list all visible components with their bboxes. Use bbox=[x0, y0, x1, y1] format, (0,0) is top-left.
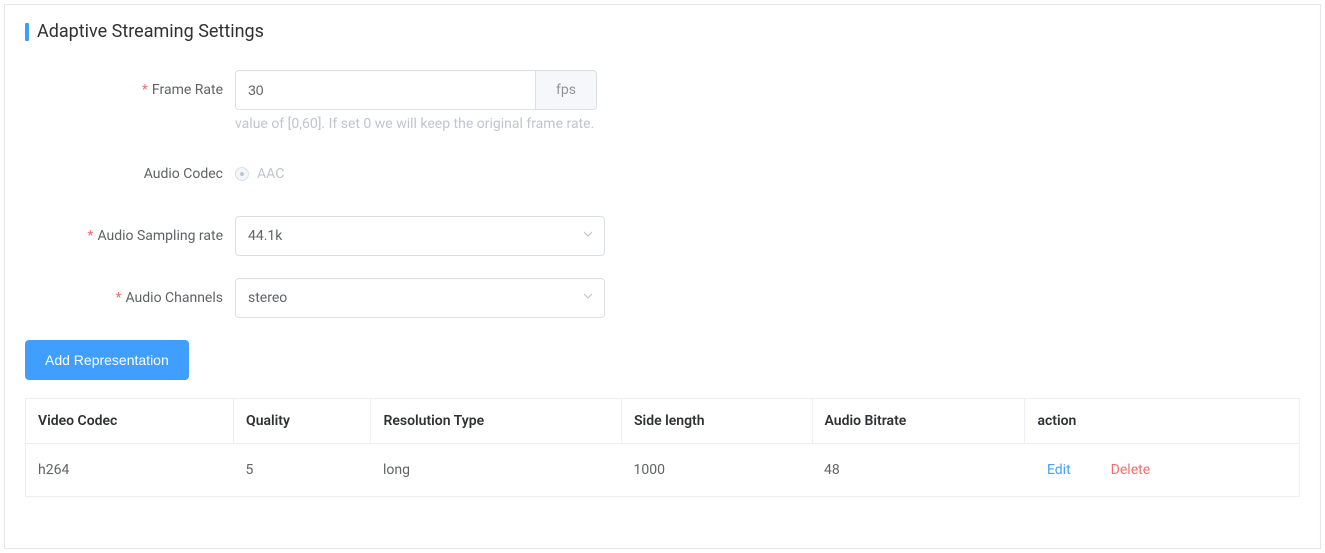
delete-link[interactable]: Delete bbox=[1111, 462, 1150, 478]
audio-channels-row: *Audio Channels stereo bbox=[25, 278, 1300, 318]
required-icon: * bbox=[87, 228, 93, 244]
frame-rate-label: *Frame Rate bbox=[25, 70, 235, 110]
table-row: h264 5 long 1000 48 Edit Delete bbox=[26, 444, 1300, 497]
audio-channels-value: stereo bbox=[248, 290, 287, 306]
audio-sampling-rate-value: 44.1k bbox=[248, 228, 282, 244]
cell-action: Edit Delete bbox=[1025, 444, 1300, 497]
audio-sampling-rate-select[interactable]: 44.1k bbox=[235, 216, 605, 256]
audio-channels-control: stereo bbox=[235, 278, 605, 318]
required-icon: * bbox=[142, 82, 148, 98]
frame-rate-unit: fps bbox=[535, 70, 597, 110]
col-audio-bitrate: Audio Bitrate bbox=[812, 399, 1025, 444]
col-action: action bbox=[1025, 399, 1300, 444]
cell-video-codec: h264 bbox=[26, 444, 234, 497]
cell-quality: 5 bbox=[234, 444, 371, 497]
section-title-bar-icon bbox=[25, 23, 29, 41]
cell-audio-bitrate: 48 bbox=[812, 444, 1025, 497]
audio-codec-radio-aac[interactable]: AAC bbox=[235, 154, 284, 194]
audio-sampling-rate-control: 44.1k bbox=[235, 216, 605, 256]
frame-rate-control: fps value of [0,60]. If set 0 we will ke… bbox=[235, 70, 597, 132]
audio-codec-row: Audio Codec AAC bbox=[25, 154, 1300, 194]
audio-channels-select[interactable]: stereo bbox=[235, 278, 605, 318]
audio-sampling-rate-label: *Audio Sampling rate bbox=[25, 216, 235, 256]
edit-link[interactable]: Edit bbox=[1047, 462, 1071, 478]
audio-codec-control: AAC bbox=[235, 154, 284, 194]
cell-resolution-type: long bbox=[371, 444, 622, 497]
col-side-length: Side length bbox=[622, 399, 813, 444]
audio-channels-label: *Audio Channels bbox=[25, 278, 235, 318]
chevron-down-icon bbox=[582, 228, 594, 244]
audio-sampling-rate-row: *Audio Sampling rate 44.1k bbox=[25, 216, 1300, 256]
cell-side-length: 1000 bbox=[622, 444, 813, 497]
col-video-codec: Video Codec bbox=[26, 399, 234, 444]
section-title: Adaptive Streaming Settings bbox=[25, 21, 1300, 42]
frame-rate-input[interactable] bbox=[235, 70, 535, 110]
audio-codec-option-label: AAC bbox=[257, 166, 284, 182]
audio-codec-label: Audio Codec bbox=[25, 154, 235, 194]
add-representation-button[interactable]: Add Representation bbox=[25, 340, 189, 380]
representations-table: Video Codec Quality Resolution Type Side… bbox=[25, 398, 1300, 497]
adaptive-streaming-settings-panel: Adaptive Streaming Settings *Frame Rate … bbox=[4, 4, 1321, 549]
col-resolution-type: Resolution Type bbox=[371, 399, 622, 444]
col-quality: Quality bbox=[234, 399, 371, 444]
radio-icon bbox=[235, 167, 249, 181]
frame-rate-hint: value of [0,60]. If set 0 we will keep t… bbox=[235, 116, 597, 132]
chevron-down-icon bbox=[582, 290, 594, 306]
frame-rate-input-group: fps bbox=[235, 70, 597, 110]
section-title-text: Adaptive Streaming Settings bbox=[37, 21, 264, 42]
required-icon: * bbox=[115, 290, 121, 306]
frame-rate-row: *Frame Rate fps value of [0,60]. If set … bbox=[25, 70, 1300, 132]
table-header-row: Video Codec Quality Resolution Type Side… bbox=[26, 399, 1300, 444]
